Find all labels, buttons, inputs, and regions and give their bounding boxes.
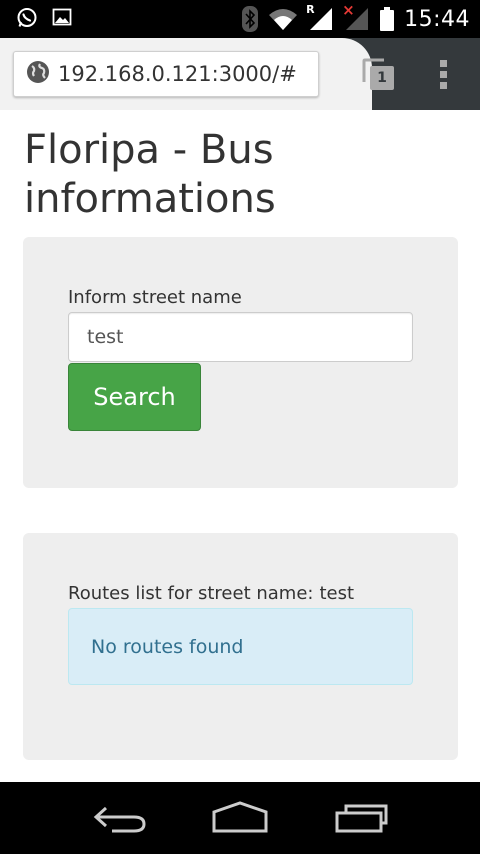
search-panel: Inform street name Search — [23, 237, 458, 488]
browser-toolbar: 192.168.0.121:3000/# 1 — [0, 38, 480, 110]
tab-count: 1 — [377, 70, 387, 86]
routes-street-name: test — [319, 583, 355, 604]
image-icon — [52, 7, 72, 29]
routes-list-label: Routes list for street name: — [68, 583, 314, 604]
search-button[interactable]: Search — [68, 363, 201, 431]
routes-list-heading: Routes list for street name: test — [68, 583, 354, 604]
no-routes-alert: No routes found — [68, 608, 413, 685]
url-text[interactable]: 192.168.0.121:3000/# — [58, 62, 297, 86]
recent-apps-icon[interactable] — [334, 800, 390, 840]
back-icon[interactable] — [92, 800, 148, 840]
street-name-label: Inform street name — [68, 287, 242, 308]
signal-no-sim-icon: × — [342, 1, 370, 31]
globe-icon — [26, 60, 50, 88]
signal-roaming-icon: R — [306, 3, 334, 31]
results-panel: Routes list for street name: test No rou… — [23, 533, 458, 760]
roaming-indicator: R — [306, 3, 315, 16]
home-icon[interactable] — [211, 800, 269, 840]
battery-icon — [380, 7, 395, 31]
url-bar[interactable]: 192.168.0.121:3000/# — [13, 51, 319, 97]
wifi-icon — [268, 7, 298, 31]
status-time: 15:44 — [404, 6, 470, 32]
bluetooth-icon — [242, 6, 259, 32]
street-name-input[interactable] — [68, 312, 413, 362]
no-sim-indicator: × — [342, 1, 355, 19]
web-page: Floripa - Bus informations Inform street… — [0, 110, 480, 782]
page-title: Floripa - Bus informations — [24, 127, 276, 222]
whatsapp-icon — [16, 7, 38, 29]
status-bar: R × 15:44 — [0, 0, 480, 38]
navigation-bar — [0, 782, 480, 854]
overflow-menu-icon[interactable] — [438, 58, 450, 92]
